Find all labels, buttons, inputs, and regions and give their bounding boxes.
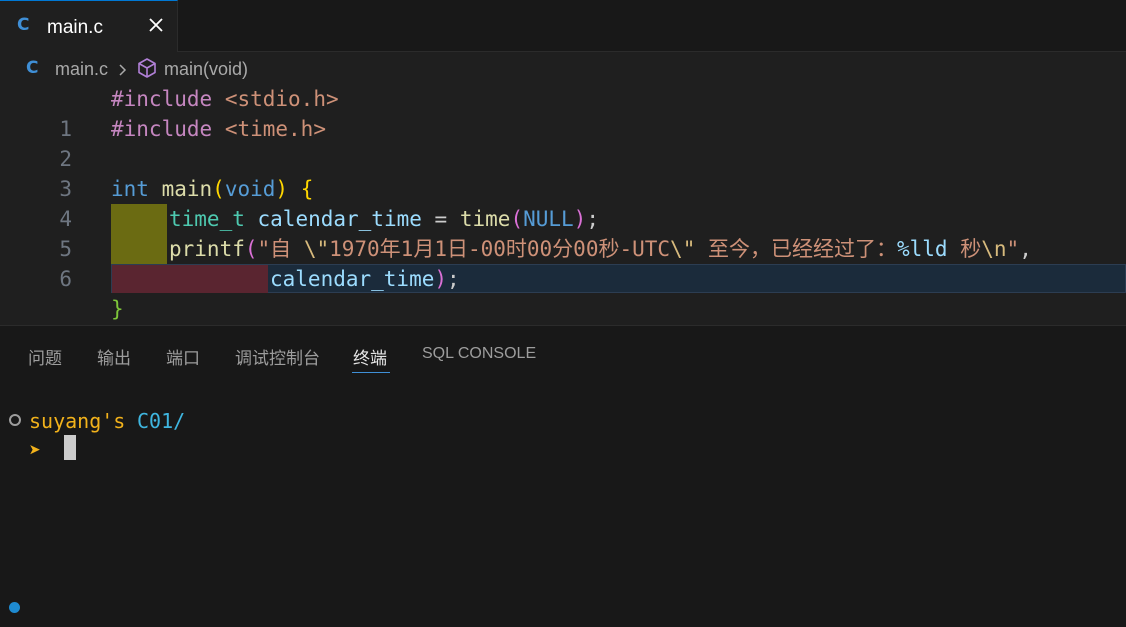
close-icon[interactable] (146, 15, 166, 35)
type-name: time_t (169, 207, 245, 231)
code-line: 8 } (0, 294, 1126, 324)
tab-debug-console[interactable]: 调试控制台 (235, 344, 320, 369)
tab-terminal[interactable]: 终端 (353, 344, 387, 369)
escape-sequence: \" (670, 237, 696, 261)
code-editor[interactable]: 1 #include <stdio.h> 2 #include <time.h>… (0, 84, 1126, 324)
string-literal: 秒 (947, 237, 982, 261)
string-literal: 至今，已经经过了： (695, 237, 897, 261)
tab-main-c[interactable]: C main.c (0, 0, 178, 52)
c-file-icon: C (26, 58, 39, 78)
function-call: printf (169, 237, 245, 261)
indent-guide-highlight (111, 204, 167, 234)
code-line: 5 time_t calendar_time = time(NULL); (0, 204, 1126, 261)
chevron-right-icon (119, 64, 127, 76)
terminal-cursor (64, 435, 76, 460)
indent-error-highlight (112, 265, 268, 293)
preprocessor-directive: #include (111, 117, 213, 141)
code-line: 4 int main(void) { (0, 174, 1126, 231)
editor-tab-bar: C main.c (0, 0, 1126, 52)
code-line: 3 (0, 144, 1126, 201)
function-call: time (459, 207, 511, 231)
prompt-arrow-icon: ➤ (29, 438, 42, 462)
code-line: 2 #include <time.h> (0, 114, 1126, 171)
type-keyword: int (111, 177, 149, 201)
escape-sequence: \n (981, 237, 1007, 261)
string-literal: " (1006, 237, 1020, 261)
semicolon: ; (586, 207, 599, 231)
code-line: 1 #include <stdio.h> (0, 84, 1126, 141)
code-line-active: 7 calendar_time); (0, 264, 1126, 294)
indent-guide-highlight (111, 234, 167, 264)
tab-output[interactable]: 输出 (97, 344, 131, 369)
escape-sequence: \" (303, 237, 330, 261)
include-header: <stdio.h> (224, 87, 339, 111)
tab-ports[interactable]: 端口 (166, 344, 200, 369)
constant: NULL (523, 207, 574, 231)
open-brace: { (300, 177, 314, 201)
comma: , (1019, 237, 1032, 261)
semicolon: ; (447, 267, 460, 291)
code-line: 6 printf("自 \"1970年1月1日-00时00分00秒-UTC\" … (0, 234, 1126, 291)
active-tab-indicator (352, 372, 390, 373)
operator: = (434, 207, 448, 231)
include-header: <time.h> (224, 117, 326, 141)
tab-sql-console[interactable]: SQL CONSOLE (422, 345, 536, 363)
param-keyword: void (224, 177, 276, 201)
string-literal: 1970年1月1日-00时00分00秒-UTC (329, 237, 671, 261)
tab-label: main.c (47, 17, 103, 38)
bottom-panel: 问题 输出 端口 调试控制台 终端 SQL CONSOLE suyang's C… (0, 325, 1126, 627)
preprocessor-directive: #include (111, 87, 213, 111)
string-literal: "自 (257, 237, 304, 261)
command-status-icon[interactable] (9, 602, 20, 613)
close-brace: } (111, 297, 124, 321)
command-decoration-icon[interactable] (9, 414, 21, 426)
tab-problems[interactable]: 问题 (28, 344, 62, 369)
breadcrumb: C main.c main(void) (0, 54, 1126, 84)
method-cube-icon (138, 58, 156, 78)
variable: calendar_time (270, 267, 435, 291)
prompt-user: suyang's (29, 409, 126, 433)
breadcrumb-file[interactable]: main.c (55, 59, 108, 80)
prompt-directory: C01/ (137, 409, 186, 433)
breadcrumb-symbol[interactable]: main(void) (164, 59, 248, 80)
c-file-icon: C (17, 15, 30, 35)
format-specifier: %lld (897, 237, 948, 261)
variable: calendar_time (257, 207, 422, 231)
function-name: main (161, 177, 213, 201)
